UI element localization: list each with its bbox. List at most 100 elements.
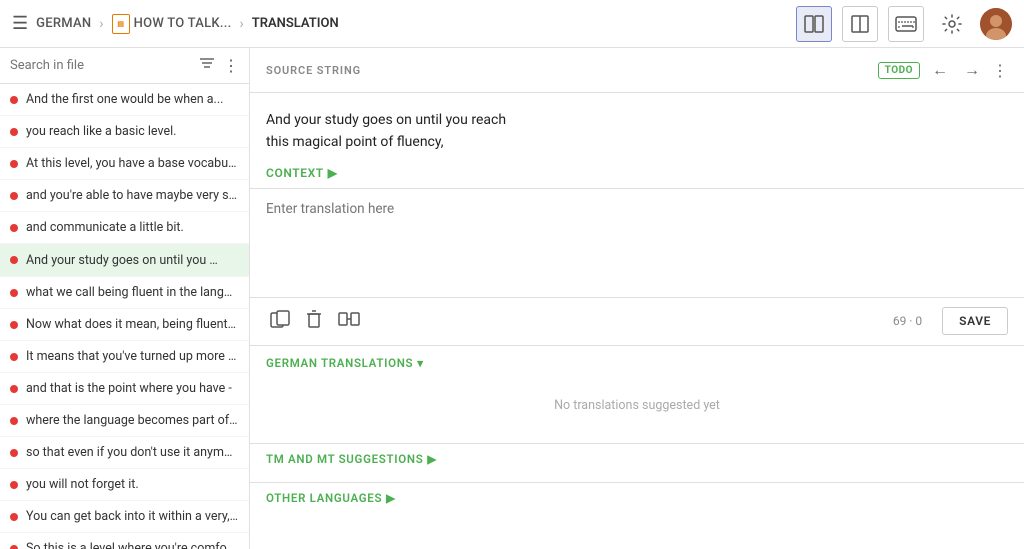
layout2-button[interactable] bbox=[842, 6, 878, 42]
copy-source-icon bbox=[270, 310, 290, 328]
list-item[interactable]: where the language becomes part of y... bbox=[0, 405, 249, 437]
keyboard-icon bbox=[895, 16, 917, 32]
sidebar-search-bar: ⋮ bbox=[0, 48, 249, 84]
item-status-dot bbox=[10, 192, 18, 200]
item-status-dot bbox=[10, 256, 18, 264]
item-status-dot bbox=[10, 160, 18, 168]
list-item[interactable]: and you're able to have maybe very si... bbox=[0, 180, 249, 212]
more-options-icon[interactable]: ⋮ bbox=[223, 56, 239, 75]
item-text: and communicate a little bit. bbox=[26, 220, 239, 235]
sidebar-list: And the first one would be when a... you… bbox=[0, 84, 249, 549]
item-status-dot bbox=[10, 481, 18, 489]
menu-icon[interactable]: ☰ bbox=[12, 13, 28, 34]
main-layout: ⋮ And the first one would be when a... y… bbox=[0, 48, 1024, 549]
item-status-dot bbox=[10, 385, 18, 393]
item-text: At this level, you have a base vocabula.… bbox=[26, 156, 239, 171]
avatar[interactable] bbox=[980, 8, 1012, 40]
char-count: 69 · 0 bbox=[893, 314, 922, 328]
breadcrumb-current: TRANSLATION bbox=[252, 16, 339, 31]
tm-mt-header[interactable]: TM AND MT SUGGESTIONS ▶ bbox=[266, 452, 1008, 466]
source-more-button[interactable]: ⋮ bbox=[992, 61, 1008, 80]
list-item[interactable]: And your study goes on until you reac...… bbox=[0, 244, 249, 277]
delete-button[interactable] bbox=[302, 306, 326, 337]
item-text: So this is a level where you're comfort.… bbox=[26, 541, 239, 549]
breadcrumb-file-name[interactable]: HOW TO TALK... bbox=[134, 16, 232, 31]
translation-area bbox=[250, 189, 1024, 298]
settings-button[interactable] bbox=[934, 6, 970, 42]
list-item[interactable]: Now what does it mean, being fluent i... bbox=[0, 309, 249, 341]
split-icon bbox=[338, 310, 360, 328]
item-text: You can get back into it within a very, … bbox=[26, 509, 239, 524]
split-button[interactable] bbox=[334, 306, 364, 337]
breadcrumb-german[interactable]: GERMAN bbox=[36, 16, 91, 31]
translation-toolbar: 69 · 0 SAVE bbox=[250, 298, 1024, 346]
topbar: ☰ GERMAN › ▤ HOW TO TALK... › TRANSLATIO… bbox=[0, 0, 1024, 48]
other-languages-header[interactable]: OTHER LANGUAGES ▶ bbox=[266, 491, 1008, 505]
list-item[interactable]: So this is a level where you're comfort.… bbox=[0, 533, 249, 549]
source-label: SOURCE STRING bbox=[266, 64, 870, 77]
avatar-image bbox=[980, 8, 1012, 40]
item-status-dot bbox=[10, 353, 18, 361]
file-icon: ▤ bbox=[112, 14, 130, 34]
list-item[interactable]: It means that you've turned up more t... bbox=[0, 341, 249, 373]
german-translations-arrow-icon: ▾ bbox=[417, 356, 423, 370]
sidebar: ⋮ And the first one would be when a... y… bbox=[0, 48, 250, 549]
todo-badge[interactable]: TODO bbox=[878, 62, 920, 79]
list-item[interactable]: you will not forget it. bbox=[0, 469, 249, 501]
item-status-dot bbox=[10, 545, 18, 549]
list-item[interactable]: At this level, you have a base vocabula.… bbox=[0, 148, 249, 180]
save-button[interactable]: SAVE bbox=[942, 307, 1008, 335]
item-status-dot bbox=[10, 321, 18, 329]
tm-mt-label: TM AND MT SUGGESTIONS bbox=[266, 452, 423, 466]
list-item[interactable]: what we call being fluent in the langua.… bbox=[0, 277, 249, 309]
filter-icon[interactable] bbox=[199, 56, 215, 75]
tm-mt-section: TM AND MT SUGGESTIONS ▶ bbox=[250, 444, 1024, 483]
translation-input[interactable] bbox=[266, 201, 1008, 281]
breadcrumb-file[interactable]: ▤ HOW TO TALK... bbox=[112, 14, 232, 34]
layout1-icon bbox=[804, 15, 824, 33]
item-text: what we call being fluent in the langua.… bbox=[26, 285, 239, 300]
context-link[interactable]: CONTEXT ▶ bbox=[266, 166, 1008, 180]
source-content: And your study goes on until you reach t… bbox=[250, 93, 1024, 189]
german-translations-section: GERMAN TRANSLATIONS ▾ No translations su… bbox=[250, 346, 1024, 444]
other-languages-arrow-icon: ▶ bbox=[386, 491, 396, 505]
context-arrow-icon: ▶ bbox=[328, 166, 338, 180]
delete-icon bbox=[306, 310, 322, 328]
context-label: CONTEXT bbox=[266, 166, 324, 180]
item-text: It means that you've turned up more t... bbox=[26, 349, 239, 364]
keyboard-button[interactable] bbox=[888, 6, 924, 42]
other-languages-section: OTHER LANGUAGES ▶ bbox=[250, 483, 1024, 521]
list-item[interactable]: and communicate a little bit. bbox=[0, 212, 249, 244]
source-header: SOURCE STRING TODO ← → ⋮ bbox=[250, 48, 1024, 93]
item-text: where the language becomes part of y... bbox=[26, 413, 239, 428]
item-status-dot bbox=[10, 128, 18, 136]
item-text: and you're able to have maybe very si... bbox=[26, 188, 239, 203]
list-item[interactable]: you reach like a basic level. bbox=[0, 116, 249, 148]
copy-source-button[interactable] bbox=[266, 306, 294, 337]
item-text: you will not forget it. bbox=[26, 477, 239, 492]
list-item[interactable]: and that is the point where you have - bbox=[0, 373, 249, 405]
layout1-button[interactable] bbox=[796, 6, 832, 42]
item-status-dot bbox=[10, 449, 18, 457]
nav-next-button[interactable]: → bbox=[960, 58, 984, 82]
right-panel: SOURCE STRING TODO ← → ⋮ And your study … bbox=[250, 48, 1024, 549]
no-suggestions-text: No translations suggested yet bbox=[266, 378, 1008, 433]
list-item[interactable]: You can get back into it within a very, … bbox=[0, 501, 249, 533]
item-text: And your study goes on until you reac... bbox=[26, 253, 221, 268]
german-translations-label: GERMAN TRANSLATIONS bbox=[266, 356, 413, 370]
item-text: and that is the point where you have - bbox=[26, 381, 239, 396]
nav-prev-button[interactable]: ← bbox=[928, 58, 952, 82]
item-status-dot bbox=[10, 96, 18, 104]
item-text: you reach like a basic level. bbox=[26, 124, 239, 139]
breadcrumb-sep-2: › bbox=[239, 16, 243, 32]
item-status-dot bbox=[10, 417, 18, 425]
tm-mt-arrow-icon: ▶ bbox=[427, 452, 437, 466]
list-item[interactable]: so that even if you don't use it anymor.… bbox=[0, 437, 249, 469]
source-text: And your study goes on until you reach t… bbox=[266, 109, 1008, 154]
other-languages-label: OTHER LANGUAGES bbox=[266, 491, 382, 505]
german-translations-header[interactable]: GERMAN TRANSLATIONS ▾ bbox=[266, 356, 1008, 370]
list-item[interactable]: And the first one would be when a... bbox=[0, 84, 249, 116]
item-text: so that even if you don't use it anymor.… bbox=[26, 445, 239, 460]
layout2-icon bbox=[850, 15, 870, 33]
search-input[interactable] bbox=[10, 58, 191, 73]
